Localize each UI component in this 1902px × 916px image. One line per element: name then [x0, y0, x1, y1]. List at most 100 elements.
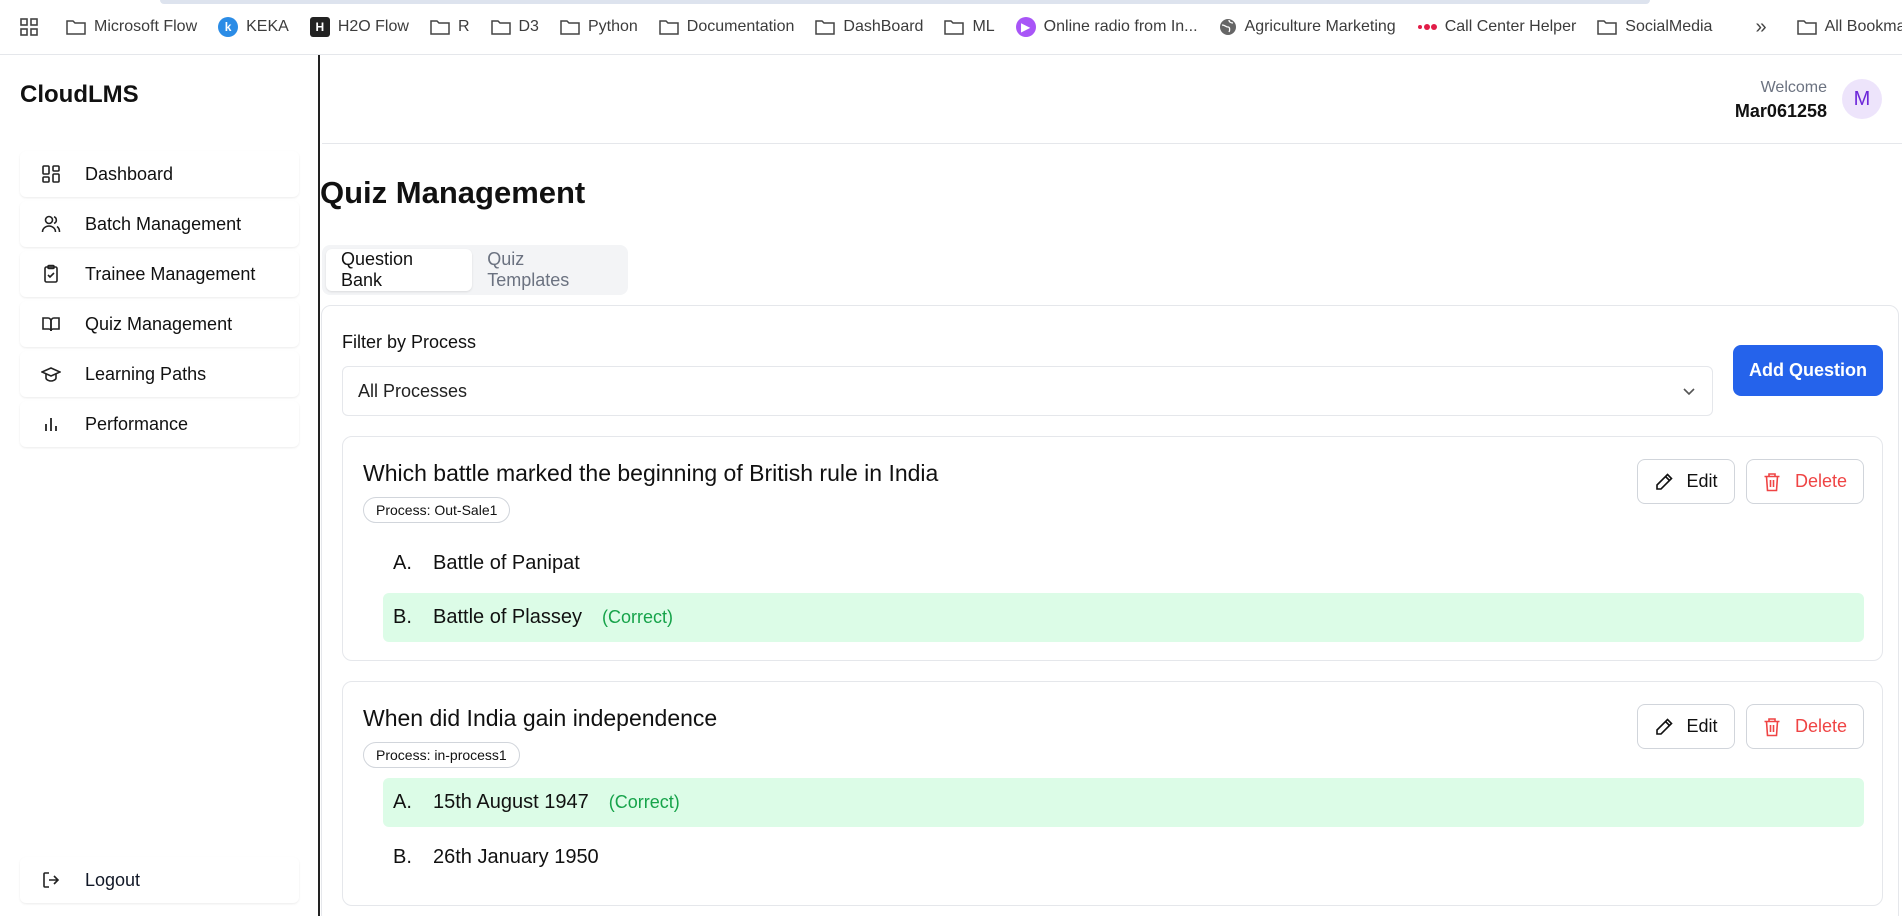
bookmark-keka[interactable]: k KEKA	[218, 17, 289, 37]
folder-icon	[1597, 20, 1618, 35]
pencil-icon	[1656, 717, 1674, 735]
bookmark-microsoft-flow[interactable]: Microsoft Flow	[66, 18, 197, 36]
edit-label: Edit	[1686, 716, 1718, 736]
sidebar-item-label: Quiz Management	[85, 313, 233, 334]
sidebar-item-trainee-management[interactable]: Trainee Management	[20, 251, 299, 297]
delete-button[interactable]: Delete	[1746, 704, 1864, 749]
bookmark-label: ML	[972, 18, 995, 35]
bookmark-dashboard[interactable]: DashBoard	[815, 18, 923, 36]
answer-option-correct: B. Battle of Plassey (Correct)	[383, 593, 1864, 642]
bookmark-label: Agriculture Marketing	[1244, 18, 1396, 35]
edit-button[interactable]: Edit	[1637, 459, 1735, 504]
welcome-block: Welcome Mar061258	[1735, 79, 1827, 122]
sidebar-item-learning-paths[interactable]: Learning Paths	[20, 351, 299, 397]
delete-label: Delete	[1794, 471, 1848, 491]
correct-tag: (Correct)	[608, 792, 680, 812]
bookmark-call-center-helper[interactable]: Call Center Helper	[1417, 18, 1577, 36]
logout-button[interactable]: Logout	[20, 857, 299, 903]
bookmark-agriculture-marketing[interactable]: Agriculture Marketing	[1219, 18, 1396, 36]
folder-icon	[944, 20, 965, 35]
option-letter: B.	[393, 846, 412, 868]
apps-grid-icon[interactable]	[20, 15, 38, 39]
process-filter-select[interactable]: All Processes	[342, 366, 1713, 416]
correct-tag: (Correct)	[601, 607, 673, 627]
bookmark-ml[interactable]: ML	[944, 18, 995, 36]
folder-icon	[659, 20, 679, 35]
bookmark-label: Call Center Helper	[1444, 18, 1577, 35]
avatar[interactable]: M	[1842, 79, 1882, 119]
question-card: Which battle marked the beginning of Bri…	[342, 436, 1883, 661]
bookmark-label: Documentation	[686, 18, 795, 35]
logout-icon	[40, 869, 62, 891]
answer-option-correct: A. 15th August 1947 (Correct)	[383, 778, 1864, 827]
sidebar-item-performance[interactable]: Performance	[20, 401, 299, 447]
bookmark-label: DashBoard	[843, 18, 924, 35]
delete-button[interactable]: Delete	[1746, 459, 1864, 504]
radio-play-icon: ▶	[1015, 17, 1036, 37]
pencil-icon	[1656, 472, 1674, 490]
bookmark-h2o-flow[interactable]: H H2O Flow	[309, 17, 409, 37]
welcome-text: Welcome	[1760, 79, 1827, 96]
book-open-icon	[40, 313, 62, 335]
trash-icon	[1764, 717, 1780, 736]
bookmark-documentation[interactable]: Documentation	[659, 18, 795, 36]
sidebar: CloudLMS Dashboard Batch Management Trai…	[0, 55, 320, 916]
option-text: Battle of Panipat	[433, 552, 580, 574]
add-question-button[interactable]: Add Question	[1733, 345, 1883, 396]
users-icon	[40, 213, 62, 235]
globe-icon	[1219, 19, 1236, 35]
process-filter-value: All Processes	[358, 380, 468, 401]
bookmark-socialmedia[interactable]: SocialMedia	[1597, 18, 1712, 36]
sidebar-item-label: Trainee Management	[85, 263, 256, 284]
sidebar-item-dashboard[interactable]: Dashboard	[20, 151, 299, 197]
clipboard-check-icon	[40, 263, 62, 285]
question-title: When did India gain independence	[363, 705, 718, 731]
folder-icon	[430, 20, 450, 35]
bookmark-online-radio[interactable]: ▶ Online radio from In...	[1015, 17, 1198, 37]
bookmark-label: D3	[518, 18, 539, 35]
chevron-down-icon	[1683, 388, 1695, 396]
bookmark-label: Python	[587, 18, 638, 35]
trash-icon	[1764, 472, 1780, 491]
folder-icon	[815, 20, 836, 35]
bookmark-python[interactable]: Python	[560, 18, 638, 36]
bookmark-label: H2O Flow	[337, 18, 409, 35]
bookmark-label: SocialMedia	[1625, 18, 1713, 35]
sidebar-item-batch-management[interactable]: Batch Management	[20, 201, 299, 247]
answer-option: B. 26th January 1950	[383, 833, 1864, 882]
bar-chart-icon	[40, 413, 62, 435]
folder-icon	[560, 20, 580, 35]
sidebar-item-label: Batch Management	[85, 213, 242, 234]
bookmark-r[interactable]: R	[430, 18, 470, 36]
option-letter: B.	[393, 606, 412, 628]
h2o-logo-icon: H	[309, 17, 330, 37]
question-card: When did India gain independence Process…	[342, 681, 1883, 906]
folder-icon	[490, 20, 511, 35]
filter-label: Filter by Process	[342, 332, 477, 352]
grid-icon	[40, 163, 62, 185]
bookmark-label: Microsoft Flow	[94, 18, 198, 35]
bookmark-d3[interactable]: D3	[490, 18, 539, 36]
brand-logo: CloudLMS	[20, 81, 139, 108]
option-text: Battle of Plassey	[433, 606, 582, 628]
sidebar-nav: Dashboard Batch Management Trainee Manag…	[20, 151, 299, 451]
all-bookmarks[interactable]: All Bookmarks	[1796, 18, 1902, 36]
edit-label: Edit	[1686, 471, 1718, 491]
delete-label: Delete	[1794, 716, 1848, 736]
sidebar-item-quiz-management[interactable]: Quiz Management	[20, 301, 299, 347]
option-text: 15th August 1947	[433, 791, 589, 813]
logout-label: Logout	[85, 869, 141, 890]
edit-button[interactable]: Edit	[1637, 704, 1735, 749]
option-text: 26th January 1950	[433, 846, 599, 868]
tab-question-bank[interactable]: Question Bank	[326, 249, 473, 291]
top-header: Welcome Mar061258 M	[322, 55, 1902, 144]
page-title: Quiz Management	[320, 175, 586, 210]
tab-quiz-templates[interactable]: Quiz Templates	[472, 249, 624, 291]
bookmark-label: KEKA	[246, 18, 289, 35]
bookmarks-more-button[interactable]: »	[1755, 16, 1766, 39]
process-badge: Process: Out-Sale1	[363, 497, 511, 523]
bookmark-label: Online radio from In...	[1043, 18, 1198, 35]
bookmark-label: R	[457, 18, 470, 35]
sidebar-item-label: Learning Paths	[85, 363, 207, 384]
bookmark-label: All Bookmarks	[1824, 18, 1902, 35]
